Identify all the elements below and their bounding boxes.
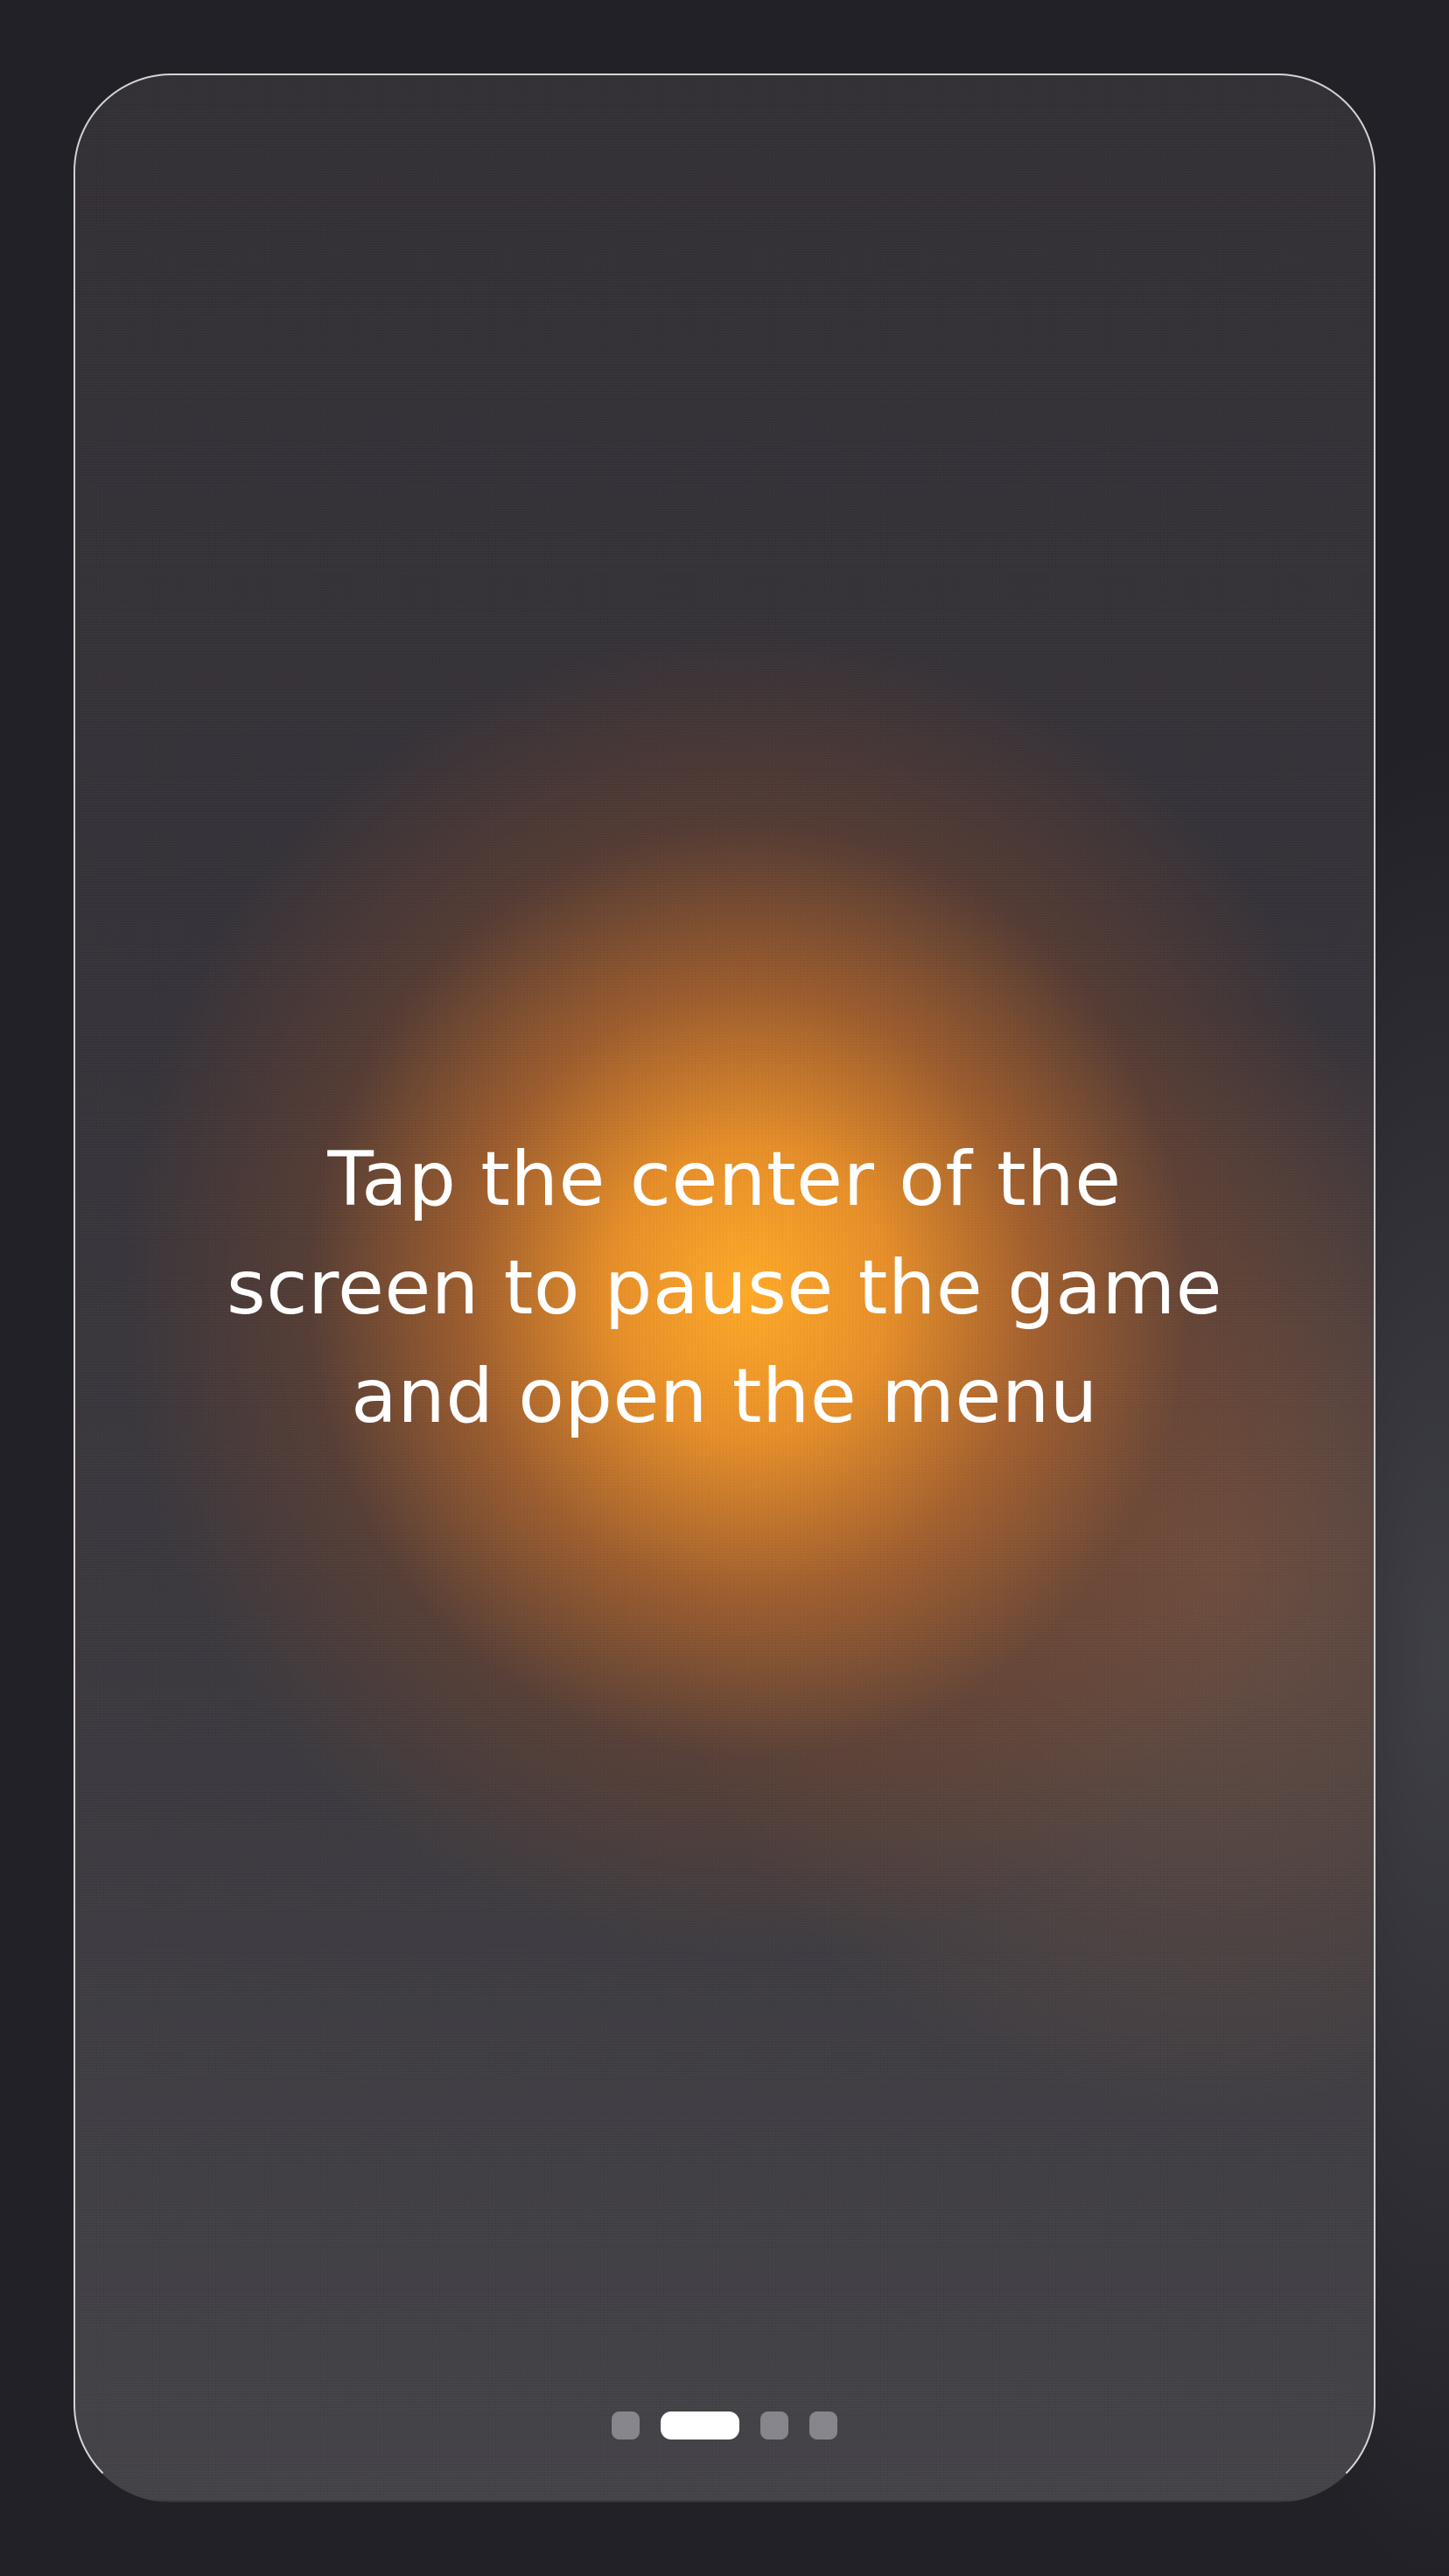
screen: Tap the center of the screen to pause th… bbox=[0, 0, 1449, 2576]
page-dot-4[interactable] bbox=[809, 2412, 837, 2440]
tutorial-message: Tap the center of the screen to pause th… bbox=[180, 1125, 1269, 1451]
tutorial-message-line-1: Tap the center of the bbox=[327, 1136, 1122, 1223]
tutorial-message-line-2: screen to pause the game bbox=[226, 1244, 1223, 1332]
page-dot-1[interactable] bbox=[612, 2412, 640, 2440]
page-indicator bbox=[75, 2412, 1374, 2440]
tutorial-card[interactable]: Tap the center of the screen to pause th… bbox=[74, 74, 1376, 2502]
page-dot-3[interactable] bbox=[760, 2412, 788, 2440]
tutorial-message-line-3: and open the menu bbox=[351, 1353, 1098, 1440]
page-dot-2[interactable] bbox=[661, 2412, 739, 2440]
